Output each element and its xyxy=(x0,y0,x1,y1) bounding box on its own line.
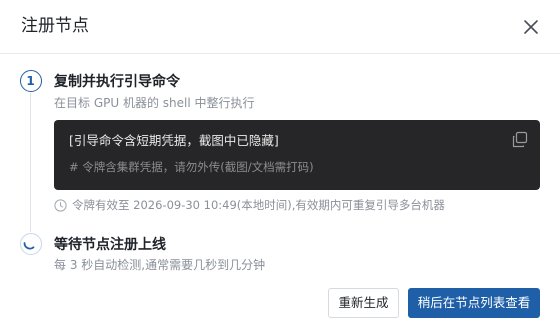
dialog-header: 注册节点 xyxy=(0,0,560,54)
regenerate-button[interactable]: 重新生成 xyxy=(328,288,399,318)
token-expiry-text: 令牌有效至 2026-09-30 10:49(本地时间),有效期内可重复引导多台… xyxy=(72,198,445,212)
token-expiry-note: 令牌有效至 2026-09-30 10:49(本地时间),有效期内可重复引导多台… xyxy=(54,197,445,213)
view-later-in-node-list-button[interactable]: 稍后在节点列表查看 xyxy=(408,288,540,318)
dialog-title: 注册节点 xyxy=(21,16,89,36)
step-1-description: 在目标 GPU 机器的 shell 中整行执行 xyxy=(54,96,255,110)
step-connector-line xyxy=(30,93,31,232)
bootstrap-command-text: [引导命令含短期凭据，截图中已隐藏] xyxy=(69,133,279,148)
bootstrap-command-comment: # 令牌含集群凭据，请勿外传(截图/文档需打码) xyxy=(69,160,314,174)
bootstrap-command-block: [引导命令含短期凭据，截图中已隐藏] # 令牌含集群凭据，请勿外传(截图/文档需… xyxy=(54,120,540,190)
copy-icon[interactable] xyxy=(511,131,529,149)
clock-icon xyxy=(54,198,67,212)
spinner-icon xyxy=(24,242,35,250)
register-node-dialog: 注册节点 1 复制并执行引导命令 在目标 GPU 机器的 shell 中整行执行… xyxy=(0,0,560,333)
step-2-status-badge xyxy=(20,233,42,255)
step-2-title: 等待节点注册上线 xyxy=(54,237,166,253)
step-1-title: 复制并执行引导命令 xyxy=(54,74,180,90)
step-1-number: 1 xyxy=(26,73,35,88)
close-icon[interactable] xyxy=(519,15,543,39)
step-2-description: 每 3 秒自动检测,通常需要几秒到几分钟 xyxy=(54,258,266,272)
step-1-number-badge: 1 xyxy=(20,70,42,92)
